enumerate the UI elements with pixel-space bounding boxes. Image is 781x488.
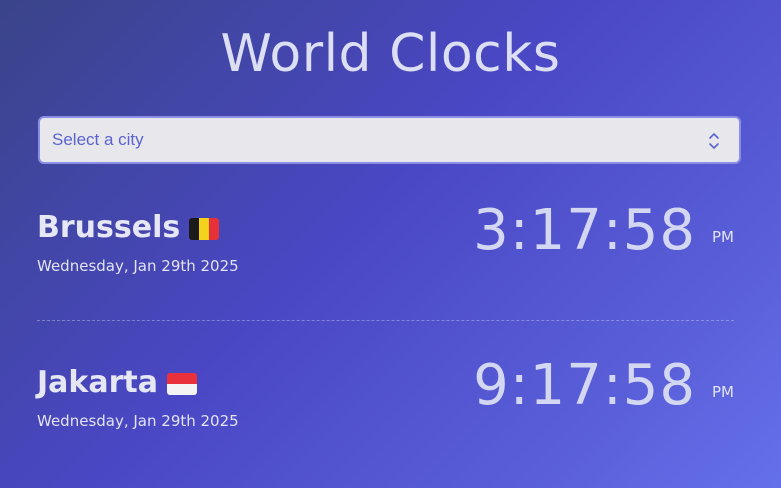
city-line: Jakarta (37, 365, 197, 400)
ampm-label: PM (712, 228, 734, 246)
ampm-label: PM (712, 383, 734, 401)
date-text: Wednesday, Jan 29th 2025 (37, 257, 239, 275)
belgium-flag-icon (189, 217, 220, 240)
indonesia-flag-icon (166, 372, 197, 395)
page-title: World Clocks (220, 24, 561, 84)
city-select[interactable]: Select a city (38, 116, 741, 164)
city-line: Brussels (37, 210, 220, 245)
time-display: 3:17:58 (473, 198, 696, 263)
city-name: Brussels (37, 210, 181, 245)
time-display: 9:17:58 (473, 353, 696, 418)
chevron-up-down-icon (709, 133, 719, 149)
date-text: Wednesday, Jan 29th 2025 (37, 412, 239, 430)
divider (37, 320, 734, 321)
city-name: Jakarta (37, 365, 158, 400)
city-select-placeholder: Select a city (52, 130, 144, 149)
